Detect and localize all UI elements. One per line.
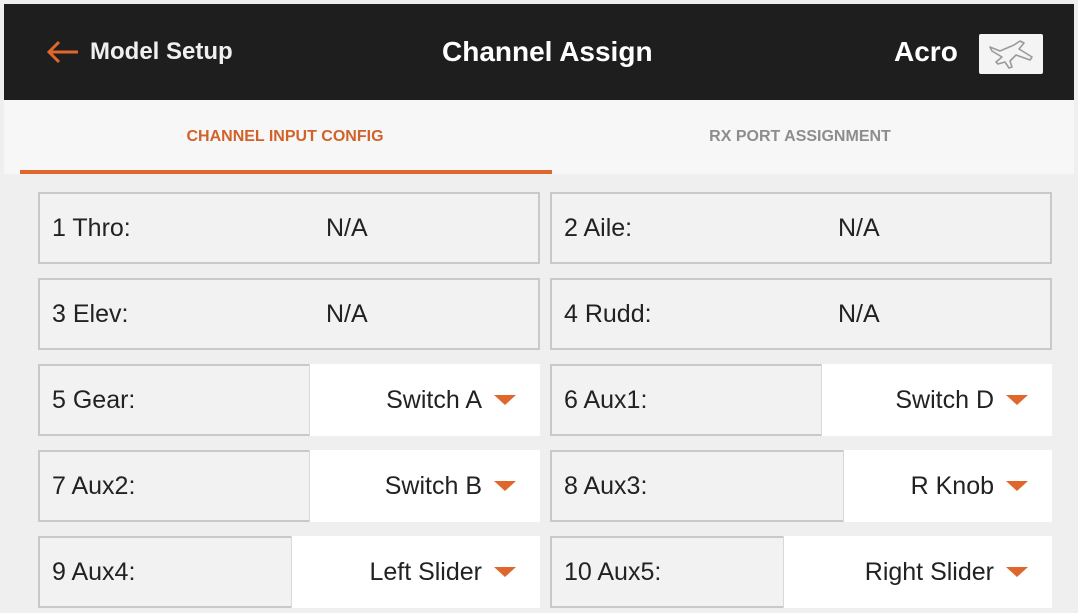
channel-value: N/A [838,213,880,242]
channel-row-rudd: 4 Rudd: N/A [550,278,1052,350]
model-type-button[interactable] [979,34,1043,74]
channel-label: 3 Elev: [52,299,129,328]
channel-label: 6 Aux1: [564,385,648,414]
chevron-down-icon [494,395,516,405]
active-tab-indicator [20,170,552,174]
aux2-input-dropdown[interactable]: Switch B [309,450,540,522]
channel-row-aux1: 6 Aux1: Switch D [550,364,1052,436]
back-arrow-icon [46,40,78,64]
channel-label: 2 Aile: [564,213,633,242]
page-title: Channel Assign [442,36,653,67]
channel-row-aux4: 9 Aux4: Left Slider [38,536,540,608]
dropdown-value: Switch D [895,385,994,414]
chevron-down-icon [1006,567,1028,577]
channel-value: N/A [838,299,880,328]
channel-label: 1 Thro: [52,213,131,242]
channel-label: 8 Aux3: [564,471,648,500]
tab-channel-input-config[interactable]: CHANNEL INPUT CONFIG [20,100,550,174]
back-button[interactable]: Model Setup [46,4,233,100]
screen: Model Setup Channel Assign Acro CHANNEL … [0,0,1078,613]
channel-row-aux3: 8 Aux3: R Knob [550,450,1052,522]
channel-label: 10 Aux5: [564,557,662,586]
header-bar: Model Setup Channel Assign Acro [4,4,1074,100]
back-label: Model Setup [90,38,233,65]
tab-rx-port-assignment[interactable]: RX PORT ASSIGNMENT [550,100,1050,174]
channel-label: 7 Aux2: [52,471,136,500]
channel-label: 9 Aux4: [52,557,136,586]
tab-bar: CHANNEL INPUT CONFIG RX PORT ASSIGNMENT [4,100,1074,174]
channel-row-thro: 1 Thro: N/A [38,192,540,264]
channel-grid: 1 Thro: N/A 2 Aile: N/A 3 Elev: N/A 4 Ru… [38,192,1058,612]
dropdown-value: Left Slider [369,557,482,586]
model-type-label: Acro [894,36,958,67]
channel-row-aux5: 10 Aux5: Right Slider [550,536,1052,608]
dropdown-value: Switch B [384,471,482,500]
channel-row-aile: 2 Aile: N/A [550,192,1052,264]
channel-label: 4 Rudd: [564,299,652,328]
channel-row-gear: 5 Gear: Switch A [38,364,540,436]
aux4-input-dropdown[interactable]: Left Slider [291,536,540,608]
chevron-down-icon [494,481,516,491]
chevron-down-icon [1006,481,1028,491]
channel-value: N/A [326,213,368,242]
aux1-input-dropdown[interactable]: Switch D [821,364,1052,436]
gear-input-dropdown[interactable]: Switch A [309,364,540,436]
channel-row-elev: 3 Elev: N/A [38,278,540,350]
dropdown-value: Right Slider [864,557,994,586]
aux5-input-dropdown[interactable]: Right Slider [783,536,1052,608]
dropdown-value: R Knob [910,471,994,500]
channel-label: 5 Gear: [52,385,136,414]
chevron-down-icon [494,567,516,577]
channel-value: N/A [326,299,368,328]
airplane-icon [989,40,1033,69]
aux3-input-dropdown[interactable]: R Knob [843,450,1052,522]
dropdown-value: Switch A [386,385,482,414]
chevron-down-icon [1006,395,1028,405]
channel-row-aux2: 7 Aux2: Switch B [38,450,540,522]
